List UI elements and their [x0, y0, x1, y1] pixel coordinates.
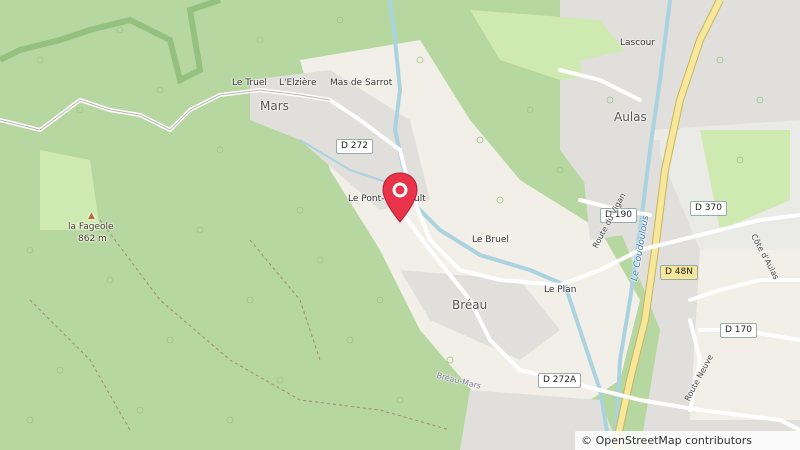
place-label-mas-de-sarrot: Mas de Sarrot	[330, 78, 393, 88]
place-label-mars: Mars	[260, 99, 289, 113]
attribution-text: © OpenStreetMap contributors	[581, 434, 752, 447]
place-label-le-truel: Le Truel	[232, 78, 267, 88]
place-label-le-bruel: Le Bruel	[472, 235, 509, 245]
road-shield-d370: D 370	[690, 201, 727, 216]
place-label-lascour: Lascour	[620, 38, 656, 48]
location-pin-icon[interactable]	[382, 172, 418, 224]
road-shield-d48n: D 48N	[660, 265, 698, 280]
place-label-breau: Bréau	[452, 298, 488, 312]
map-canvas[interactable]: Le Truel L'Elzière Mas de Sarrot Mars La…	[0, 0, 800, 450]
place-label-lelziere: L'Elzière	[279, 78, 317, 88]
road-shield-d272a: D 272A	[538, 373, 582, 388]
map-attribution[interactable]: © OpenStreetMap contributors	[575, 431, 800, 450]
peak-label-name: la Fageole	[68, 222, 114, 232]
peak-icon: ▲	[88, 211, 95, 221]
place-label-aulas: Aulas	[614, 110, 647, 124]
peak-label-elevation: 862 m	[78, 234, 107, 244]
place-label-le-plan: Le Plan	[544, 285, 577, 295]
map-base-layer	[0, 0, 800, 450]
road-shield-d272: D 272	[336, 139, 373, 154]
road-shield-d170: D 170	[720, 323, 757, 338]
